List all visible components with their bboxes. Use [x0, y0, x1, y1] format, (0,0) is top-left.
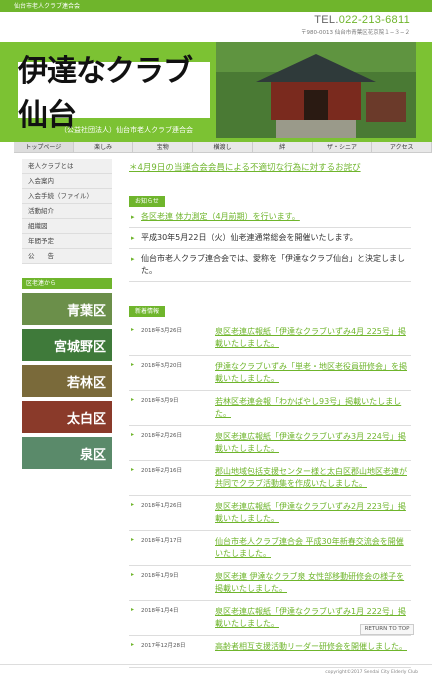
ward-miyagino[interactable]: 宮城野区 [22, 329, 112, 361]
news-link[interactable]: 高齢者相互支援活動リーダー研修会を開催しました。 [215, 641, 411, 662]
ward-aoba[interactable]: 青葉区 [22, 293, 112, 325]
wards-label: 区老連から [22, 278, 112, 289]
news-link[interactable]: 仙台市老人クラブ連合会 平成30年新春交流会を開催いたしました。 [215, 536, 411, 560]
notice-item[interactable]: 各区老連 体力測定（4月前期）を行います。 [129, 207, 411, 228]
temple-photo [216, 42, 416, 138]
ward-wakabayashi[interactable]: 若林区 [22, 365, 112, 397]
news-link[interactable]: 泉区老連広報紙「伊達なクラブいずみ2月 223号」掲載いたしました。 [215, 501, 411, 525]
address: 〒980-0013 仙台市青葉区花京院１−３−２ [301, 30, 410, 36]
news-link[interactable]: 泉区老連広報紙「伊達なクラブいずみ3月 224号」掲載いたしました。 [215, 431, 411, 455]
nav-access[interactable]: アクセス [372, 142, 432, 152]
sidebar: 老人クラブとは 入会案内 入会手続（ファイル） 活動紹介 組織図 年間予定 公 … [22, 159, 112, 469]
footer: copyright©2017 Sendai City Elderly Club [0, 664, 432, 680]
ward-taihaku[interactable]: 太白区 [22, 401, 112, 433]
news-link[interactable]: 伊達なクラブいずみ「単老・地区老役員研修会」を掲載いたしました。 [215, 361, 411, 385]
sidebar-item-notice[interactable]: 公 告 [22, 249, 112, 264]
news-row: 2018年1月26日泉区老連広報紙「伊達なクラブいずみ2月 223号」掲載いたし… [129, 496, 411, 531]
news-link[interactable]: 泉区老連 伊達なクラブ泉 女性部移動研修会の様子を掲載いたしました。 [215, 571, 411, 595]
sidebar-item-org-chart[interactable]: 組織図 [22, 219, 112, 234]
return-to-top-button[interactable]: RETURN TO TOP [360, 624, 414, 635]
nav-kizuna[interactable]: 絆 [253, 142, 313, 152]
sidebar-item-join-guide[interactable]: 入会案内 [22, 174, 112, 189]
news-row: 2018年3月20日伊達なクラブいずみ「単老・地区老役員研修会」を掲載いたしまし… [129, 356, 411, 391]
news-link[interactable]: 泉区老連広報紙「伊達なクラブいずみ4月 225号」掲載いたしました。 [215, 326, 411, 350]
ward-izumi[interactable]: 泉区 [22, 437, 112, 469]
notices-label: お知らせ [129, 196, 165, 207]
site-name: 仙台市老人クラブ連合会 [14, 3, 81, 10]
nav-the-senior[interactable]: ザ・シニア [313, 142, 373, 152]
org-name: （公益社団法人）仙台市老人クラブ連合会 [60, 126, 193, 134]
apology-link[interactable]: ＊4月9日の当連合会会員による不適切な行為に対するお詫び [129, 162, 411, 174]
sidebar-item-about[interactable]: 老人クラブとは [22, 159, 112, 174]
news-row: 2018年2月26日泉区老連広報紙「伊達なクラブいずみ3月 224号」掲載いたし… [129, 426, 411, 461]
sidebar-item-join-form[interactable]: 入会手続（ファイル） [22, 189, 112, 204]
notice-item: 平成30年5月22日（火）仙老連通常総会を開催いたします。 [129, 228, 411, 249]
logo-text: 伊達なクラブ仙台 [18, 54, 193, 133]
notice-item: 仙台市老人クラブ連合会では、愛称を「伊達なクラブ仙台」と決定しました。 [129, 249, 411, 282]
news-label: 新着情報 [129, 306, 166, 317]
nav-takaramono[interactable]: 宝物 [133, 142, 194, 152]
copyright: copyright©2017 Sendai City Elderly Club [325, 670, 418, 675]
news-row: 2018年3月9日若林区老連会報「わかばやし93号」掲載いたしました。 [129, 391, 411, 426]
main-content: ＊4月9日の当連合会会員による不適切な行為に対するお詫び お知らせ 各区老連 体… [129, 162, 411, 668]
news-link[interactable]: 若林区老連会報「わかばやし93号」掲載いたしました。 [215, 396, 411, 420]
sidebar-item-schedule[interactable]: 年間予定 [22, 234, 112, 249]
site-logo[interactable]: 伊達なクラブ仙台 [18, 54, 210, 133]
nav-tanoshimi[interactable]: 楽しみ [74, 142, 134, 152]
top-bar: 仙台市老人クラブ連合会 [0, 0, 432, 12]
main-nav: トップページ 楽しみ 宝物 横渡し 絆 ザ・シニア アクセス [14, 142, 432, 153]
sidebar-item-activities[interactable]: 活動紹介 [22, 204, 112, 219]
news-row: 2018年1月9日泉区老連 伊達なクラブ泉 女性部移動研修会の様子を掲載いたしま… [129, 566, 411, 601]
nav-top[interactable]: トップページ [14, 142, 74, 152]
news-row: 2018年2月16日郡山地域包括支援センター様と太白区郡山地区老連が共同でクラブ… [129, 461, 411, 496]
phone-number: TEL.022-213-6811 [314, 14, 410, 26]
news-row: 2018年1月17日仙台市老人クラブ連合会 平成30年新春交流会を開催いたしまし… [129, 531, 411, 566]
nav-yokowatashi[interactable]: 横渡し [193, 142, 253, 152]
news-row: 2018年3月26日泉区老連広報紙「伊達なクラブいずみ4月 225号」掲載いたし… [129, 321, 411, 356]
news-link[interactable]: 郡山地域包括支援センター様と太白区郡山地区老連が共同でクラブ活動集を作成いたしま… [215, 466, 411, 490]
